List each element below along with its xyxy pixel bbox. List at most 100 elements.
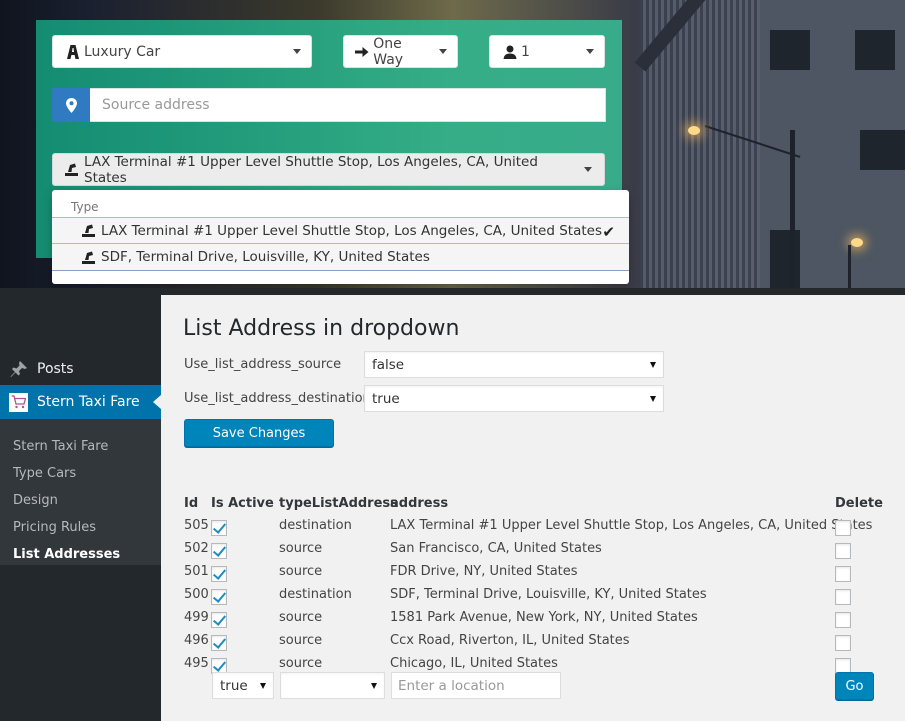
row-id: 495 <box>184 656 209 671</box>
dropdown-option[interactable]: LAX Terminal #1 Upper Level Shuttle Stop… <box>52 217 629 244</box>
road-icon <box>65 44 80 59</box>
chevron-down-icon <box>584 167 592 172</box>
chevron-down-icon <box>439 49 447 54</box>
sidebar-item-stern-taxi-fare[interactable]: Stern Taxi Fare <box>0 385 161 419</box>
trip-type-select[interactable]: One Way <box>343 35 458 68</box>
dropdown-arrow-icon <box>650 361 656 368</box>
destination-dropdown-menu: Type LAX Terminal #1 Upper Level Shuttle… <box>52 190 629 284</box>
row-address: 1581 Park Avenue, New York, NY, United S… <box>390 610 698 625</box>
arrow-right-icon <box>355 44 369 59</box>
page-title: List Address in dropdown <box>183 316 460 341</box>
use-list-address-destination-select[interactable]: true <box>364 385 664 412</box>
submenu-pricing-rules[interactable]: Pricing Rules <box>13 520 96 535</box>
map-marker-icon <box>52 88 90 122</box>
is-active-checkbox[interactable] <box>211 612 227 628</box>
source-address-group <box>52 88 606 122</box>
row-type: source <box>279 656 323 671</box>
use-list-address-destination-label: Use_list_address_destination <box>184 391 371 406</box>
chevron-down-icon <box>293 49 301 54</box>
select-value: false <box>372 356 405 373</box>
row-type: destination <box>279 587 352 602</box>
use-list-address-source-select[interactable]: false <box>364 351 664 378</box>
ticket-icon <box>82 251 95 264</box>
passengers-value: 1 <box>521 43 530 60</box>
row-type: source <box>279 541 323 556</box>
is-active-checkbox[interactable] <box>211 520 227 536</box>
delete-checkbox[interactable] <box>835 589 851 605</box>
chevron-down-icon <box>586 49 594 54</box>
admin-sidebar: Posts Stern Taxi Fare Stern Taxi Fare Ty… <box>0 295 161 721</box>
dropdown-option[interactable]: SDF, Terminal Drive, Louisville, KY, Uni… <box>52 244 629 271</box>
row-id: 501 <box>184 564 209 579</box>
delete-checkbox[interactable] <box>835 566 851 582</box>
row-address: FDR Drive, NY, United States <box>390 564 578 579</box>
delete-checkbox[interactable] <box>835 612 851 628</box>
is-active-checkbox[interactable] <box>211 566 227 582</box>
row-address: LAX Terminal #1 Upper Level Shuttle Stop… <box>390 518 873 533</box>
row-id: 500 <box>184 587 209 602</box>
user-icon <box>502 44 517 59</box>
street-lamp <box>688 126 700 135</box>
source-address-input[interactable] <box>90 88 606 122</box>
dropdown-option-label: SDF, Terminal Drive, Louisville, KY, Uni… <box>101 249 430 265</box>
row-type: destination <box>279 518 352 533</box>
row-id: 499 <box>184 610 209 625</box>
cart-icon <box>9 392 28 412</box>
screen: Luxury Car One Way 1 Source address LAX … <box>0 0 905 721</box>
new-active-select[interactable]: true <box>212 672 274 699</box>
row-address: SDF, Terminal Drive, Louisville, KY, Uni… <box>390 587 707 602</box>
street-lamp <box>851 238 863 247</box>
submenu-stern-taxi-fare[interactable]: Stern Taxi Fare <box>13 439 108 454</box>
sidebar-item-label: Stern Taxi Fare <box>37 394 140 410</box>
new-type-select[interactable] <box>280 672 385 699</box>
row-type: source <box>279 610 323 625</box>
go-button[interactable]: Go <box>835 672 874 700</box>
delete-checkbox[interactable] <box>835 543 851 559</box>
delete-checkbox[interactable] <box>835 520 851 536</box>
dropdown-arrow-icon <box>371 682 377 689</box>
row-type: source <box>279 633 323 648</box>
destination-select[interactable]: LAX Terminal #1 Upper Level Shuttle Stop… <box>52 153 605 186</box>
passengers-select[interactable]: 1 <box>489 35 605 68</box>
select-value: true <box>372 390 400 407</box>
column-header-type: typeListAddress <box>279 496 398 511</box>
save-changes-button[interactable]: Save Changes <box>184 419 334 447</box>
booking-hero: Luxury Car One Way 1 Source address LAX … <box>0 0 905 288</box>
submenu-type-cars[interactable]: Type Cars <box>13 466 76 481</box>
is-active-checkbox[interactable] <box>211 635 227 651</box>
row-id: 496 <box>184 633 209 648</box>
wp-admin: Posts Stern Taxi Fare Stern Taxi Fare Ty… <box>0 288 905 721</box>
pushpin-icon <box>10 360 28 378</box>
row-address: Chicago, IL, United States <box>390 656 558 671</box>
column-header-is-active: Is Active <box>211 496 274 511</box>
ticket-icon <box>82 224 95 237</box>
sidebar-item-posts[interactable]: Posts <box>0 356 161 381</box>
submenu-list-addresses[interactable]: List Addresses <box>13 547 120 562</box>
row-address: San Francisco, CA, United States <box>390 541 602 556</box>
trip-type-value: One Way <box>373 35 404 68</box>
ticket-icon <box>65 163 78 176</box>
background-building <box>760 0 905 288</box>
is-active-checkbox[interactable] <box>211 543 227 559</box>
use-list-address-source-label: Use_list_address_source <box>184 357 342 372</box>
main-content: List Address in dropdown Use_list_addres… <box>161 295 905 721</box>
dropdown-arrow-icon <box>650 395 656 402</box>
car-type-value: Luxury Car <box>84 43 161 60</box>
row-id: 502 <box>184 541 209 556</box>
row-type: source <box>279 564 323 579</box>
select-value: true <box>220 677 248 694</box>
submenu-design[interactable]: Design <box>13 493 58 508</box>
dropdown-group-header: Type <box>71 200 99 214</box>
sidebar-item-label: Posts <box>37 360 74 377</box>
destination-selected-value: LAX Terminal #1 Upper Level Shuttle Stop… <box>84 153 538 186</box>
dropdown-arrow-icon <box>260 682 266 689</box>
row-address: Ccx Road, Riverton, IL, United States <box>390 633 630 648</box>
is-active-checkbox[interactable] <box>211 589 227 605</box>
car-type-select[interactable]: Luxury Car <box>52 35 312 68</box>
new-location-input[interactable] <box>391 672 561 699</box>
current-menu-arrow <box>153 395 161 409</box>
column-header-delete: Delete <box>835 496 883 511</box>
delete-checkbox[interactable] <box>835 635 851 651</box>
column-header-id: Id <box>184 496 199 511</box>
checkmark-icon: ✔ <box>602 223 615 241</box>
